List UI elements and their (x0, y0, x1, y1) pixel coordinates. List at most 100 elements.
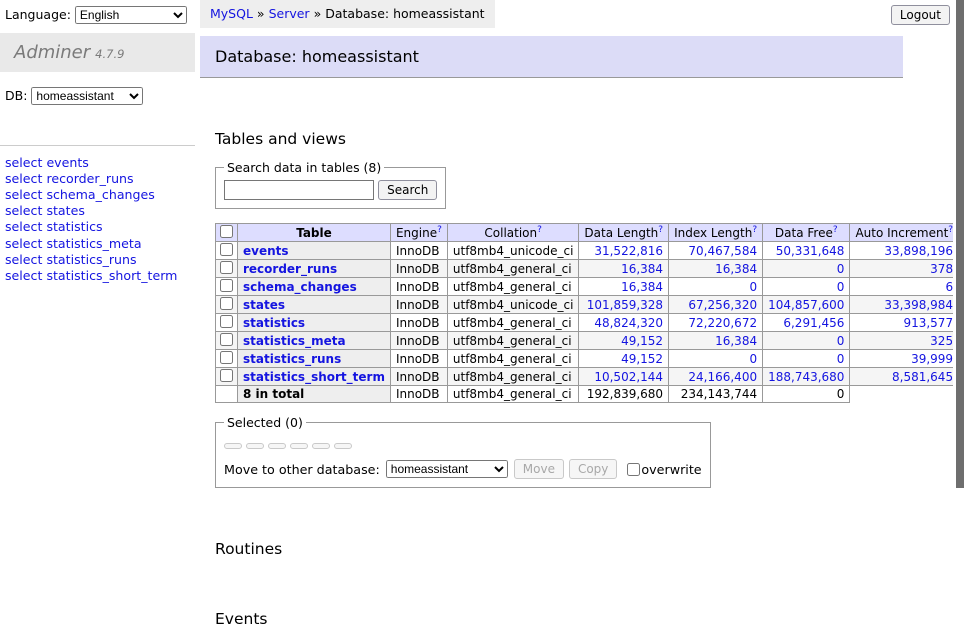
sidebar-select-item: select statistics_runs (5, 252, 195, 268)
bulk-action-button[interactable] (312, 443, 330, 449)
totals-data-free: 0 (763, 386, 850, 403)
cell-index-length: 70,467,584 (669, 242, 763, 260)
sidebar-table-link[interactable]: statistics_runs (46, 252, 136, 267)
sidebar-table-link[interactable]: statistics_short_term (46, 268, 177, 283)
help-link[interactable]: ? (537, 225, 542, 235)
breadcrumb-link-server[interactable]: Server (269, 6, 310, 21)
row-checkbox[interactable] (220, 279, 233, 292)
row-checkbox[interactable] (220, 243, 233, 256)
cell-index-length: 67,256,320 (669, 296, 763, 314)
bulk-action-button[interactable] (224, 443, 242, 449)
database-action-links (215, 95, 903, 110)
select-all-cell (216, 224, 238, 242)
cell-collation: utf8mb4_unicode_ci (447, 242, 579, 260)
bulk-action-button[interactable] (268, 443, 286, 449)
overwrite-checkbox[interactable] (627, 463, 640, 476)
breadcrumb-separator: » (314, 6, 322, 21)
cell-data-free: 104,857,600 (763, 296, 850, 314)
help-link[interactable]: ? (752, 225, 757, 235)
cell-index-length: 16,384 (669, 332, 763, 350)
create-links (215, 505, 903, 520)
row-checkbox[interactable] (220, 369, 233, 382)
cell-collation: utf8mb4_general_ci (447, 314, 579, 332)
select-link[interactable]: select (5, 219, 42, 234)
row-checkbox[interactable] (220, 315, 233, 328)
bulk-action-button[interactable] (246, 443, 264, 449)
cell-auto-increment: 33,398,984 (850, 296, 959, 314)
scrollbar-track[interactable] (953, 0, 966, 543)
sidebar-select-item: select statistics (5, 219, 195, 235)
cell-table-name: recorder_runs (238, 260, 391, 278)
bulk-action-button[interactable] (334, 443, 352, 449)
select-link[interactable]: select (5, 268, 42, 283)
select-link[interactable]: select (5, 187, 42, 202)
breadcrumb-link-mysql[interactable]: MySQL (210, 6, 253, 21)
sidebar-table-link[interactable]: schema_changes (46, 187, 154, 202)
search-input[interactable] (224, 180, 374, 200)
cell-collation: utf8mb4_general_ci (447, 260, 579, 278)
column-header-label: Data Length (584, 226, 658, 240)
sidebar-table-link[interactable]: recorder_runs (46, 171, 133, 186)
sidebar-table-link[interactable]: statistics_meta (46, 236, 141, 251)
cell-table-name: statistics_runs (238, 350, 391, 368)
cell-auto-increment: 33,898,196 (850, 242, 959, 260)
cell-data-free: 0 (763, 350, 850, 368)
table-link[interactable]: events (243, 244, 289, 258)
cell-index-length: 72,220,672 (669, 314, 763, 332)
select-link[interactable]: select (5, 203, 42, 218)
select-all-checkbox[interactable] (220, 225, 233, 238)
search-button[interactable]: Search (378, 180, 437, 200)
cell-auto-increment: 6 (850, 278, 959, 296)
table-link[interactable]: statistics_runs (243, 352, 341, 366)
table-link[interactable]: statistics_short_term (243, 370, 385, 384)
select-link[interactable]: select (5, 236, 42, 251)
table-link[interactable]: statistics_meta (243, 334, 346, 348)
help-link[interactable]: ? (437, 225, 442, 235)
help-link[interactable]: ? (658, 225, 663, 235)
cell-data-length: 10,502,144 (579, 368, 669, 386)
table-link[interactable]: states (243, 298, 285, 312)
cell-data-length: 31,522,816 (579, 242, 669, 260)
table-row: statistics_short_term InnoDB utf8mb4_gen… (216, 368, 966, 386)
column-header: Table (238, 224, 391, 242)
sidebar-select-item: select schema_changes (5, 187, 195, 203)
sidebar-table-link[interactable]: states (46, 203, 84, 218)
table-link[interactable]: recorder_runs (243, 262, 337, 276)
table-header-row: TableEngine?Collation?Data Length?Index … (216, 224, 966, 242)
sidebar-table-link[interactable]: events (46, 155, 88, 170)
scrollbar-thumb[interactable] (956, 0, 964, 488)
select-link[interactable]: select (5, 155, 42, 170)
table-link[interactable]: schema_changes (243, 280, 357, 294)
select-link[interactable]: select (5, 171, 42, 186)
row-checkbox[interactable] (220, 351, 233, 364)
cell-data-length: 49,152 (579, 350, 669, 368)
cell-engine: InnoDB (390, 332, 447, 350)
column-header: Index Length? (669, 224, 763, 242)
select-link[interactable]: select (5, 252, 42, 267)
sidebar-table-link[interactable]: statistics (46, 219, 102, 234)
db-select[interactable]: homeassistant (31, 87, 143, 105)
bulk-action-button[interactable] (290, 443, 308, 449)
move-db-select[interactable]: homeassistant (386, 460, 508, 478)
row-checkbox[interactable] (220, 297, 233, 310)
logout-button[interactable]: Logout (891, 5, 950, 25)
cell-auto-increment: 378 (850, 260, 959, 278)
cell-auto-increment: 913,577 (850, 314, 959, 332)
copy-button[interactable]: Copy (569, 459, 617, 479)
cell-index-length: 0 (669, 350, 763, 368)
sidebar-divider (0, 145, 195, 146)
breadcrumb-separator: » (257, 6, 265, 21)
table-row: statistics InnoDB utf8mb4_general_ci 48,… (216, 314, 966, 332)
language-select[interactable]: English (75, 6, 187, 24)
breadcrumb-current: Database: homeassistant (325, 6, 484, 21)
breadcrumb: MySQL»Server»Database: homeassistant (200, 0, 495, 28)
cell-data-length: 16,384 (579, 278, 669, 296)
cell-data-length: 101,859,328 (579, 296, 669, 314)
bulk-actions (224, 435, 702, 450)
table-link[interactable]: statistics (243, 316, 305, 330)
row-checkbox[interactable] (220, 333, 233, 346)
move-button[interactable]: Move (514, 459, 564, 479)
sidebar-select-item: select statistics_short_term (5, 268, 195, 284)
help-link[interactable]: ? (833, 225, 838, 235)
row-checkbox[interactable] (220, 261, 233, 274)
